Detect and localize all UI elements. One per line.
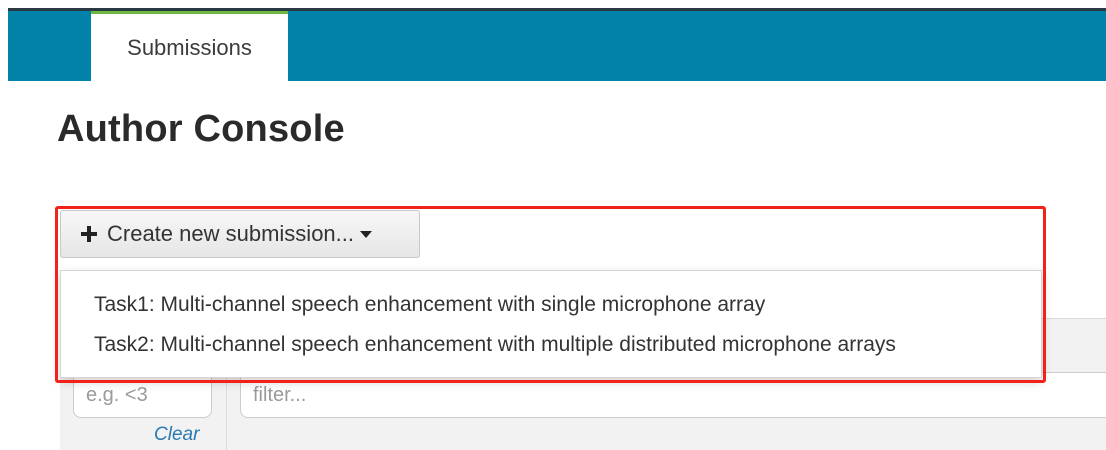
author-console-page: Submissions Author Console Clear Create … — [0, 0, 1106, 450]
clear-filter-link[interactable]: Clear — [154, 424, 199, 446]
text-filter-input[interactable] — [240, 372, 1106, 418]
menu-item-task1[interactable]: Task1: Multi-channel speech enhancement … — [61, 285, 1041, 325]
create-submission-dropdown: Task1: Multi-channel speech enhancement … — [60, 270, 1042, 378]
menu-item-task2[interactable]: Task2: Multi-channel speech enhancement … — [61, 325, 1041, 365]
create-button-label: Create new submission... — [107, 221, 354, 246]
top-navbar: Submissions — [8, 11, 1106, 81]
create-new-submission-button[interactable]: Create new submission... — [60, 210, 420, 258]
table-column-divider — [226, 368, 227, 450]
nav-tab-submissions[interactable]: Submissions — [91, 11, 288, 81]
number-filter-input[interactable] — [73, 372, 212, 418]
nav-tab-label: Submissions — [127, 34, 252, 60]
caret-down-icon — [360, 230, 372, 238]
plus-icon — [81, 226, 97, 242]
page-title: Author Console — [57, 108, 345, 150]
